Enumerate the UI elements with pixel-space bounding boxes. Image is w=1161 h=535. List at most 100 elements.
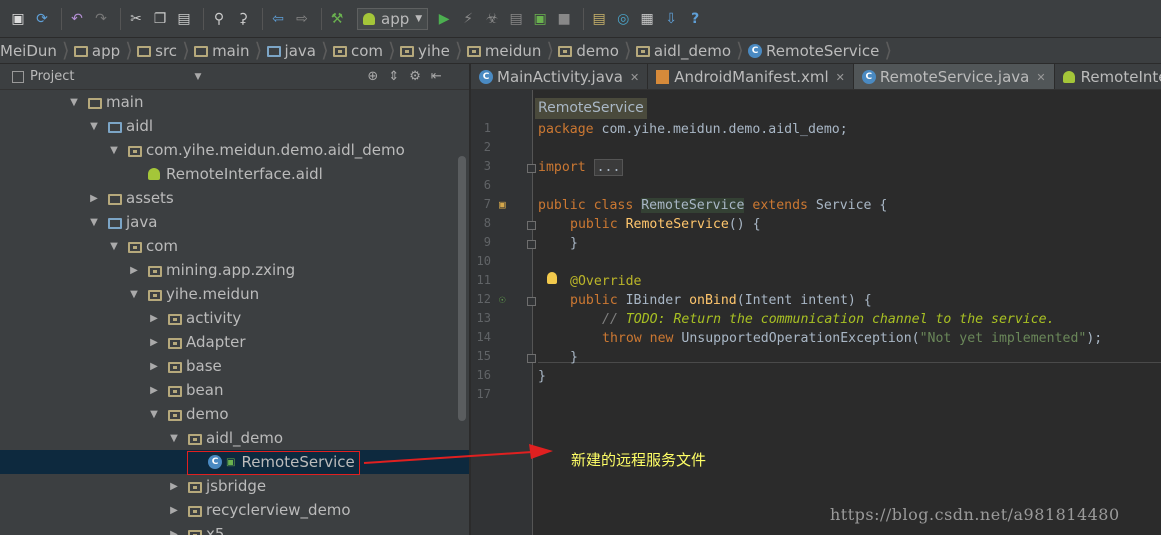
tree-item[interactable]: ▶ Adapter [0, 330, 469, 354]
close-icon[interactable]: ✕ [836, 71, 845, 84]
expand-arrow-icon[interactable]: ▼ [108, 145, 120, 156]
apply-changes-icon[interactable]: ⚡ [458, 8, 478, 30]
expand-arrow-icon[interactable]: ▼ [168, 433, 180, 444]
hide-panel-icon[interactable]: ⇤ [431, 69, 442, 84]
package-icon [188, 505, 202, 517]
make-project-icon[interactable]: ⚒ [327, 8, 347, 30]
fold-marker-icon[interactable] [527, 297, 536, 306]
run-icon[interactable]: ▶ [434, 8, 454, 30]
fold-marker-icon[interactable] [527, 240, 536, 249]
run-configuration-select[interactable]: app ▼ [357, 7, 429, 30]
project-tree-scrollbar[interactable] [458, 156, 466, 421]
breadcrumb-item[interactable]: com ⟩ [332, 38, 400, 63]
debug-icon[interactable]: ☣ [482, 8, 502, 30]
tree-item[interactable]: ▶ recyclerview_demo [0, 498, 469, 522]
breadcrumb-item[interactable]: app ⟩ [73, 38, 137, 63]
stop-icon[interactable]: ■ [554, 8, 574, 30]
tree-item[interactable]: ▼ aidl_demo [0, 426, 469, 450]
cut-icon[interactable]: ✂ [126, 8, 146, 30]
breadcrumb-item[interactable]: src ⟩ [137, 38, 194, 63]
tab-remoteservice[interactable]: C RemoteService.java ✕ [853, 64, 1055, 89]
replace-icon[interactable]: ⚳ [233, 8, 253, 30]
tree-item[interactable]: ▶ bean [0, 378, 469, 402]
tree-item[interactable]: ▼ com.yihe.meidun.demo.aidl_demo [0, 138, 469, 162]
tree-item[interactable]: RemoteInterface.aidl [0, 162, 469, 186]
tree-item[interactable]: ▶ mining.app.zxing [0, 258, 469, 282]
watermark: https://blog.csdn.net/a981814480 [830, 505, 1120, 524]
expand-arrow-icon[interactable]: ▼ [108, 241, 120, 252]
folded-imports[interactable]: ... [593, 159, 624, 176]
fold-marker-icon[interactable] [527, 354, 536, 363]
expand-arrow-icon[interactable]: ▼ [88, 121, 100, 132]
tree-item[interactable]: ▶ activity [0, 306, 469, 330]
gear-icon[interactable]: ⚙ [409, 69, 421, 84]
collapse-arrow-icon[interactable]: ▶ [148, 337, 160, 348]
help-icon[interactable]: ? [685, 8, 705, 30]
tree-item[interactable]: ▼ java [0, 210, 469, 234]
find-icon[interactable]: ⚲ [209, 8, 229, 30]
line-number: 1 [483, 121, 491, 135]
expand-arrow-icon[interactable]: ▼ [68, 97, 80, 108]
collapse-arrow-icon[interactable]: ▶ [148, 313, 160, 324]
fold-marker-icon[interactable] [527, 164, 536, 173]
tree-item[interactable]: ▶ jsbridge [0, 474, 469, 498]
redo-icon[interactable]: ↷ [91, 8, 111, 30]
breadcrumb-item[interactable]: java ⟩ [266, 38, 333, 63]
collapse-arrow-icon[interactable]: ▶ [88, 193, 100, 204]
undo-icon[interactable]: ↶ [67, 8, 87, 30]
fold-marker-icon[interactable] [527, 221, 536, 230]
breadcrumb-item[interactable]: C RemoteService ⟩ [748, 38, 896, 63]
collapse-arrow-icon[interactable]: ▶ [168, 505, 180, 516]
expand-arrow-icon[interactable]: ▼ [128, 289, 140, 300]
tree-item[interactable]: ▶ assets [0, 186, 469, 210]
tree-item[interactable]: ▼ com [0, 234, 469, 258]
lightbulb-icon[interactable] [547, 272, 557, 284]
expand-arrow-icon[interactable]: ▼ [148, 409, 160, 420]
chevron-down-icon[interactable]: ▼ [194, 72, 201, 82]
tab-androidmanifest[interactable]: AndroidManifest.xml ✕ [648, 64, 854, 89]
breadcrumb-item[interactable]: main ⟩ [194, 38, 266, 63]
service-gutter-icon[interactable]: ▣ [499, 198, 506, 211]
breadcrumb-item[interactable]: aidl_demo ⟩ [635, 38, 748, 63]
sdk-manager-icon[interactable]: ▤ [589, 8, 609, 30]
back-icon[interactable]: ⇦ [268, 8, 288, 30]
close-icon[interactable]: ✕ [630, 71, 639, 84]
code-token: public [570, 293, 626, 308]
sync-icon[interactable]: ⟳ [32, 8, 52, 30]
close-icon[interactable]: ✕ [1036, 71, 1045, 84]
breadcrumb-item[interactable]: demo ⟩ [558, 38, 636, 63]
attach-debugger-icon[interactable]: ▣ [530, 8, 550, 30]
tree-item[interactable]: ▶ base [0, 354, 469, 378]
project-view-select[interactable]: Project [30, 69, 74, 84]
tab-remoteinterface[interactable]: RemoteInterface.aidl [1055, 64, 1161, 89]
override-gutter-icon[interactable]: ☉ [499, 293, 506, 306]
paste-icon[interactable]: ▤ [174, 8, 194, 30]
android-device-monitor-icon[interactable]: ⇩ [661, 8, 681, 30]
tree-item[interactable]: ▼ aidl [0, 114, 469, 138]
collapse-all-icon[interactable]: ⇕ [388, 69, 399, 84]
collapse-arrow-icon[interactable]: ▶ [148, 361, 160, 372]
toolbar-separator [203, 7, 204, 30]
tab-mainactivity[interactable]: C MainActivity.java ✕ [471, 64, 649, 89]
copy-icon[interactable]: ❐ [150, 8, 170, 30]
sync-scroll-icon[interactable]: ⊕ [367, 69, 378, 84]
breadcrumb-item[interactable]: MeiDun ⟩ [0, 38, 74, 63]
collapse-arrow-icon[interactable]: ▶ [168, 481, 180, 492]
tree-item[interactable]: ▼ yihe.meidun [0, 282, 469, 306]
tree-item[interactable]: ▼ main [0, 90, 469, 114]
breadcrumb-item[interactable]: meidun ⟩ [466, 38, 559, 63]
expand-arrow-icon[interactable]: ▼ [88, 217, 100, 228]
avd-manager-icon[interactable]: ◎ [613, 8, 633, 30]
structure-breadcrumb[interactable]: RemoteService [535, 98, 647, 119]
tree-item[interactable]: ▶ x5 [0, 522, 469, 535]
collapse-arrow-icon[interactable]: ▶ [168, 529, 180, 535]
profile-icon[interactable]: ▤ [506, 8, 526, 30]
project-structure-icon[interactable]: ▦ [637, 8, 657, 30]
collapse-arrow-icon[interactable]: ▶ [148, 385, 160, 396]
breadcrumb-item[interactable]: yihe ⟩ [400, 38, 467, 63]
forward-icon[interactable]: ⇨ [292, 8, 312, 30]
xml-file-icon [656, 70, 670, 84]
collapse-arrow-icon[interactable]: ▶ [128, 265, 140, 276]
save-all-icon[interactable]: ▣ [8, 8, 28, 30]
tree-item[interactable]: ▼ demo [0, 402, 469, 426]
